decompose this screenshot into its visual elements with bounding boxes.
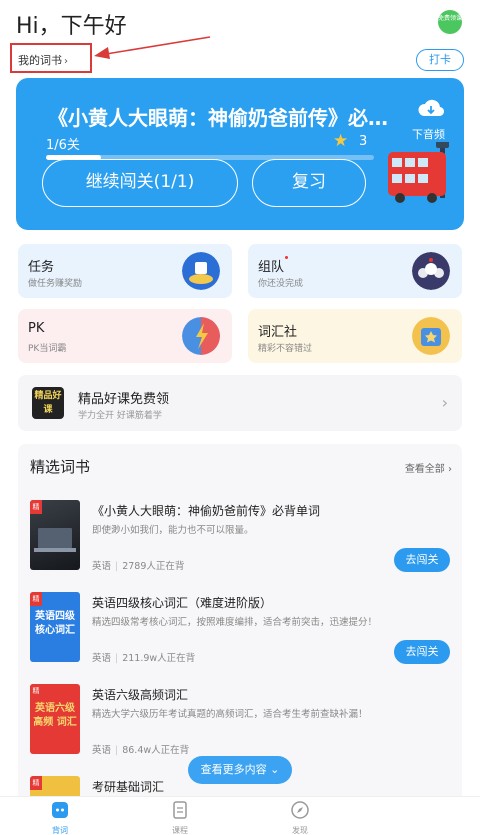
promo-title: 精品好课免费领	[78, 392, 170, 407]
club-icon	[412, 317, 450, 355]
learner-count: 2789人正在背	[122, 561, 185, 572]
book-item[interactable]: 精 英语四级 核心词汇 英语四级核心词汇（难度进阶版） 精选四级常考核心词汇，按…	[18, 592, 462, 682]
review-button[interactable]: 复习	[252, 159, 366, 207]
book-language: 英语	[92, 653, 112, 664]
my-books-label: 我的词书	[18, 54, 62, 67]
book-meta: 英语 | 2789人正在背	[92, 561, 185, 572]
task-tile[interactable]: 任务 做任务赚奖励	[18, 244, 232, 298]
cover-text: 英语四级 核心词汇	[35, 611, 75, 636]
tab-vocab[interactable]: 背词	[30, 800, 90, 835]
tile-title: 词汇社	[258, 325, 298, 340]
book-item[interactable]: 精 《小黄人大眼萌：神偷奶爸前传》必背单词 即使渺小如我们，能力也不可以限量。 …	[18, 500, 462, 590]
book-title: 英语六级高频词汇	[92, 688, 189, 702]
my-books-link[interactable]: 我的词书 ›	[10, 43, 92, 73]
tab-label: 课程	[172, 826, 188, 835]
team-tile[interactable]: 组队 你还没完成	[248, 244, 462, 298]
view-all-link[interactable]: 查看全部 ›	[405, 460, 452, 475]
book-cover: 精	[30, 500, 80, 570]
current-book-title: 《小黄人大眼萌：神偷奶爸前传》必…	[48, 106, 388, 130]
featured-tag: 精	[30, 684, 42, 698]
cover-text: 英语六级 高频 词汇	[33, 703, 77, 728]
star-icon: ★	[333, 131, 349, 151]
promo-logo: 精品好课	[32, 387, 64, 419]
download-audio-label[interactable]: 下音频	[412, 126, 445, 142]
tab-discover[interactable]: 发现	[270, 800, 330, 835]
tile-subtitle: PK当词霸	[28, 344, 67, 354]
vocab-club-tile[interactable]: 词汇社 精彩不容错过	[248, 309, 462, 363]
bottom-tab-bar: 背词 课程 发现	[0, 796, 480, 835]
cloud-download-icon[interactable]	[418, 98, 444, 120]
featured-tag: 精	[30, 776, 42, 790]
vocab-icon	[52, 802, 68, 818]
learner-count: 86.4w人正在背	[122, 745, 190, 756]
pk-icon	[182, 317, 220, 355]
book-cover: 精 英语四级 核心词汇	[30, 592, 80, 662]
task-icon	[182, 252, 220, 290]
book-cover: 精 英语六级 高频 词汇	[30, 684, 80, 754]
continue-levels-button[interactable]: 继续闯关(1/1)	[42, 159, 238, 207]
star-count: 3	[359, 134, 368, 149]
tab-label: 发现	[292, 826, 308, 835]
notification-dot	[285, 256, 289, 259]
team-icon	[412, 252, 450, 290]
book-description: 精选四级常考核心词汇，按照难度编排，适合考前突击，迅速提分！	[92, 617, 378, 628]
featured-tag: 精	[30, 592, 42, 606]
tab-course[interactable]: 课程	[150, 800, 210, 835]
tile-title: 组队	[258, 256, 289, 275]
start-book-button[interactable]: 去闯关	[394, 548, 450, 572]
view-more-button[interactable]: 查看更多内容 ⌄	[188, 756, 292, 784]
current-book-card[interactable]: 《小黄人大眼萌：神偷奶爸前传》必… 1/6关 ★ 3 继续闯关(1/1) 复习 …	[16, 78, 464, 230]
book-description: 精选大学六级历年考试真题的高频词汇，适合考生考前查缺补漏！	[92, 709, 368, 720]
tile-subtitle: 你还没完成	[258, 279, 304, 289]
tile-subtitle: 精彩不容错过	[258, 344, 313, 354]
view-all-label: 查看全部	[404, 464, 445, 475]
section-title: 精选词书	[30, 458, 91, 476]
laptop-illustration	[34, 528, 76, 552]
tile-title: 任务	[28, 260, 55, 275]
free-course-badge[interactable]: 免费领课	[438, 10, 462, 34]
checkin-button[interactable]: 打卡	[416, 49, 464, 71]
book-title: 《小黄人大眼萌：神偷奶爸前传》必背单词	[92, 504, 321, 518]
promo-subtitle: 学力全开 好课筋着学	[78, 411, 162, 421]
learner-count: 211.9w人正在背	[122, 653, 196, 664]
discover-icon	[291, 801, 309, 819]
tile-title-text: 组队	[258, 260, 285, 275]
annotation-arrow	[94, 36, 211, 59]
start-book-button[interactable]: 去闯关	[394, 640, 450, 664]
pk-tile[interactable]: PK PK当词霸	[18, 309, 232, 363]
chevron-right-icon: ›	[64, 56, 68, 67]
book-title: 考研基础词汇	[92, 780, 165, 794]
book-language: 英语	[92, 745, 112, 756]
bus-illustration	[388, 142, 449, 203]
free-course-banner[interactable]: 精品好课 精品好课免费领 学力全开 好课筋着学 ›	[18, 375, 462, 431]
book-title: 英语四级核心词汇（难度进阶版）	[92, 596, 273, 610]
book-meta: 英语 | 86.4w人正在背	[92, 745, 190, 756]
book-language: 英语	[92, 561, 112, 572]
selected-books-section: 精选词书 查看全部 › 精 《小黄人大眼萌：神偷奶爸前传》必背单词 即使渺小如我…	[18, 444, 462, 804]
header: Hi，下午好 免费领课 我的词书 › 打卡	[0, 0, 480, 76]
book-description: 即使渺小如我们，能力也不可以限量。	[92, 525, 254, 536]
view-more-label: 查看更多内容	[200, 763, 267, 776]
tab-label: 背词	[52, 826, 68, 835]
book-meta: 英语 | 211.9w人正在背	[92, 653, 196, 664]
level-progress-text: 1/6关	[46, 138, 80, 153]
course-icon	[173, 801, 187, 819]
tile-title: PK	[28, 321, 45, 336]
chevron-right-icon: ›	[441, 393, 448, 412]
tile-subtitle: 做任务赚奖励	[28, 279, 83, 289]
